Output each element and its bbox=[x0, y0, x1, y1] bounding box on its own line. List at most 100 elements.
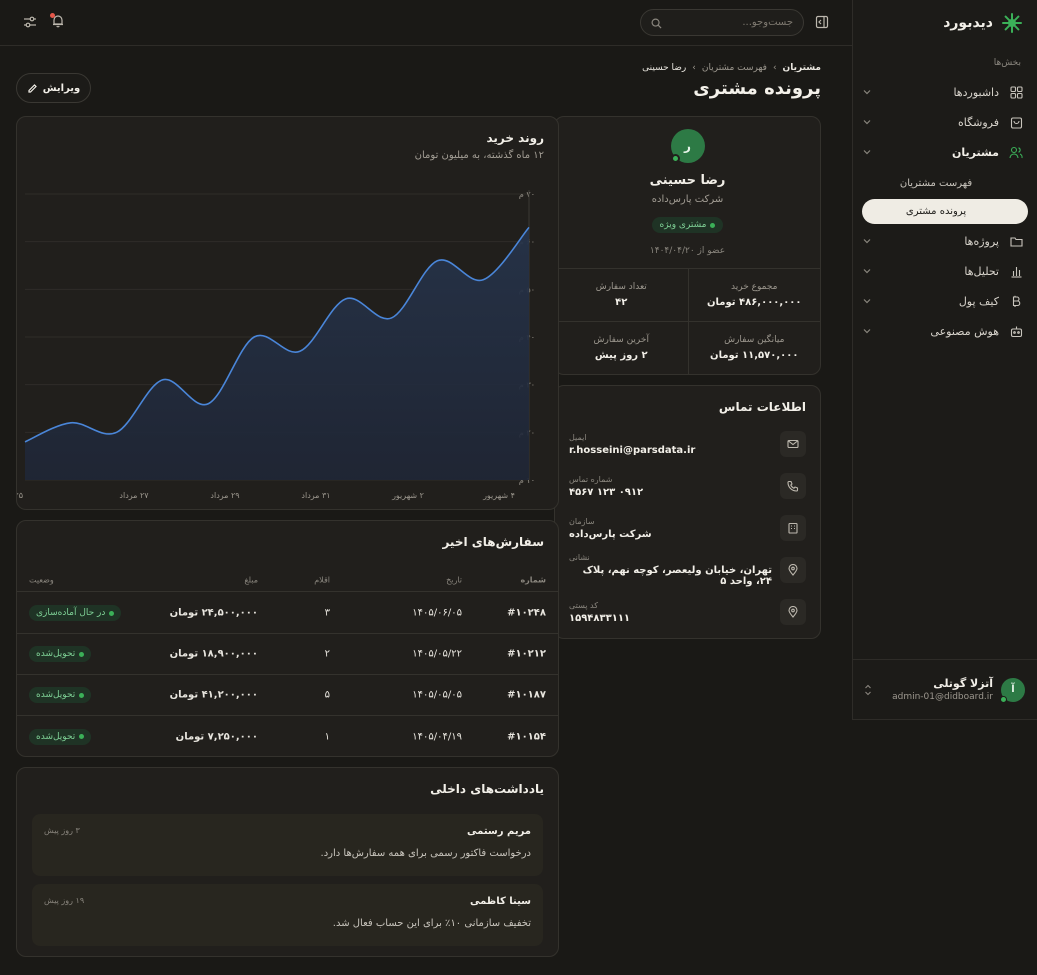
user-card[interactable]: آ آتزلا گوتلی admin-01@didboard.ir bbox=[853, 659, 1037, 719]
chevron-down-icon bbox=[863, 90, 871, 95]
contact-label: نشانی bbox=[569, 553, 590, 562]
sidebar-subitem-customer-profile[interactable]: پرونده مشتری bbox=[862, 199, 1028, 224]
sidebar-item-label: فروشگاه bbox=[957, 115, 999, 129]
x-tick-label: ۲۹ مرداد bbox=[210, 491, 239, 500]
chevron-down-icon bbox=[863, 299, 871, 304]
sidebar-item-label: هوش مصنوعی bbox=[930, 324, 999, 338]
avatar-initial: آ bbox=[1011, 684, 1015, 695]
sidebar-item-dashboards[interactable]: داشبوردها bbox=[853, 77, 1037, 107]
chevron-down-icon bbox=[863, 269, 871, 274]
sidebar-item-analytics[interactable]: تحلیل‌ها bbox=[853, 256, 1037, 286]
contact-label: شماره تماس bbox=[569, 474, 613, 484]
sidebar-nav: داشبوردها فروشگاه مشتریان فهرست مشتریان … bbox=[853, 77, 1037, 346]
table-header: شماره تاریخ اقلام مبلغ وضعیت bbox=[17, 568, 558, 592]
contact-label: ایمیل bbox=[569, 432, 587, 442]
status-badge: تحویل‌شده bbox=[29, 687, 92, 703]
chevron-left-icon: › bbox=[772, 63, 777, 73]
member-since: عضو از ۱۴۰۴/۰۴/۲۰ bbox=[649, 246, 726, 256]
search-box[interactable] bbox=[640, 9, 804, 36]
x-tick-label: ۲۷ مرداد bbox=[119, 491, 149, 500]
bell-icon[interactable] bbox=[49, 12, 67, 30]
recent-orders-card: سفارش‌های اخیر شماره تاریخ اقلام مبلغ وض… bbox=[16, 520, 559, 757]
internal-notes-card: یادداشت‌های داخلی مریم رستمی ۳ روز پیش د… bbox=[16, 767, 559, 957]
contact-row-organization: سازمان شرکت پارس‌داده bbox=[569, 510, 806, 546]
sidebar-item-projects[interactable]: پروژه‌ها bbox=[853, 226, 1037, 256]
order-id[interactable]: #۱۰۲۴۸ bbox=[507, 608, 546, 619]
order-items: ۱ bbox=[324, 731, 330, 742]
pencil-icon bbox=[28, 83, 37, 93]
sidebar-item-ai[interactable]: هوش مصنوعی bbox=[853, 316, 1037, 346]
bar-chart-icon bbox=[1009, 264, 1023, 278]
contact-label: کد پستی bbox=[569, 600, 598, 610]
contact-value[interactable]: r.hosseini@parsdata.ir bbox=[569, 445, 695, 456]
profile-stats: مجموع خرید ۴۸۶,۰۰۰,۰۰۰ تومان تعداد سفارش… bbox=[555, 268, 820, 374]
stat-label: آخرین سفارش bbox=[593, 334, 649, 345]
chevron-up-down-icon[interactable] bbox=[863, 684, 873, 696]
search-input[interactable] bbox=[673, 17, 793, 28]
order-id[interactable]: #۱۰۱۸۷ bbox=[507, 690, 546, 701]
table-row[interactable]: #۱۰۱۸۷ ۱۴۰۵/۰۵/۰۵ ۵ ۴۱,۲۰۰,۰۰۰ تومان تحو… bbox=[17, 675, 558, 716]
brand-logo-icon bbox=[1001, 12, 1023, 34]
users-icon bbox=[1009, 145, 1023, 159]
contact-value[interactable]: ۰۹۱۲ ۱۲۳ ۴۵۶۷ bbox=[569, 487, 643, 498]
contact-row-phone: شماره تماس ۰۹۱۲ ۱۲۳ ۴۵۶۷ bbox=[569, 468, 806, 504]
edit-button[interactable]: ویرایش bbox=[16, 73, 91, 103]
order-id[interactable]: #۱۰۲۱۲ bbox=[507, 649, 546, 660]
sidebar-item-label: پروژه‌ها bbox=[964, 234, 999, 248]
sidebar-item-customers[interactable]: مشتریان bbox=[853, 137, 1037, 167]
breadcrumb-item[interactable]: مشتریان bbox=[783, 63, 821, 73]
column-header[interactable]: شماره bbox=[520, 575, 546, 584]
status-badge: تحویل‌شده bbox=[29, 728, 92, 745]
note-author: مریم رستمی bbox=[467, 826, 531, 837]
stat-value: ۲ روز پیش bbox=[594, 349, 648, 361]
contact-label: سازمان bbox=[569, 516, 595, 526]
breadcrumb: مشتریان › فهرست مشتریان › رضا حسینی bbox=[642, 63, 821, 73]
contact-value: ۱۵۹۴۸۳۳۱۱۱ bbox=[569, 612, 631, 624]
filters-icon[interactable] bbox=[21, 13, 39, 31]
stat-value: ۴۲ bbox=[615, 296, 628, 308]
sidebar-item-shop[interactable]: فروشگاه bbox=[853, 107, 1037, 137]
note-item: مریم رستمی ۳ روز پیش درخواست فاکتور رسمی… bbox=[32, 814, 543, 876]
stat-value: ۱۱,۵۷۰,۰۰۰ تومان bbox=[710, 349, 799, 361]
order-id[interactable]: #۱۰۱۵۴ bbox=[507, 731, 546, 742]
order-items: ۲ bbox=[324, 648, 330, 660]
column-header[interactable]: تاریخ bbox=[446, 575, 462, 584]
contact-value: تهران، خیابان ولیعصر، کوچه نهم، پلاک ۲۴،… bbox=[582, 565, 772, 587]
x-tick-label: ۴ شهریور bbox=[482, 491, 515, 500]
status-label: تحویل‌شده bbox=[36, 690, 76, 700]
status-badge: مشتری ویژه bbox=[651, 217, 724, 233]
sidebar-toggle-icon[interactable] bbox=[813, 13, 831, 31]
table-row[interactable]: #۱۰۲۴۸ ۱۴۰۵/۰۶/۰۵ ۳ ۲۴,۵۰۰,۰۰۰ تومان در … bbox=[17, 593, 558, 634]
brand[interactable]: دیدبورد bbox=[943, 12, 1023, 34]
table-row[interactable]: #۱۰۱۵۴ ۱۴۰۵/۰۴/۱۹ ۱ ۷,۲۵۰,۰۰۰ تومان تحوی… bbox=[17, 716, 558, 757]
sidebar-item-wallet[interactable]: کیف پول bbox=[853, 286, 1037, 316]
building-icon bbox=[780, 515, 806, 541]
stat-value: ۴۸۶,۰۰۰,۰۰۰ تومان bbox=[706, 296, 802, 308]
grid-icon bbox=[1009, 85, 1023, 99]
sidebar-subitem-customer-list[interactable]: فهرست مشتریان bbox=[853, 170, 1037, 197]
stat-label: میانگین سفارش bbox=[724, 334, 785, 345]
avatar-initial: ر bbox=[684, 139, 691, 153]
robot-icon bbox=[1009, 324, 1023, 338]
column-header[interactable]: مبلغ bbox=[244, 575, 258, 584]
column-header[interactable]: وضعیت bbox=[29, 575, 54, 584]
customer-name: رضا حسینی bbox=[649, 173, 726, 188]
search-icon bbox=[651, 18, 662, 29]
status-badge-label: مشتری ویژه bbox=[659, 220, 707, 230]
table-row[interactable]: #۱۰۲۱۲ ۱۴۰۵/۰۵/۲۲ ۲ ۱۸,۹۰۰,۰۰۰ تومان تحو… bbox=[17, 634, 558, 675]
order-amount: ۴۱,۲۰۰,۰۰۰ تومان bbox=[169, 689, 258, 701]
column-header[interactable]: اقلام bbox=[314, 575, 330, 584]
sidebar-item-label: کیف پول bbox=[958, 294, 999, 308]
mail-icon bbox=[780, 431, 806, 457]
stat-total-purchase: مجموع خرید ۴۸۶,۰۰۰,۰۰۰ تومان bbox=[687, 269, 820, 322]
page-title: پرونده مشتری bbox=[693, 78, 821, 99]
order-date: ۱۴۰۵/۰۶/۰۵ bbox=[412, 607, 462, 619]
sidebar-item-label: مشتریان bbox=[952, 145, 999, 159]
chevron-down-icon bbox=[863, 120, 871, 125]
status-label: تحویل‌شده bbox=[36, 731, 76, 742]
chevron-down-icon bbox=[863, 150, 871, 155]
contact-card: اطلاعات تماس ایمیل r.hosseini@parsdata.ir… bbox=[554, 385, 821, 639]
order-items: ۵ bbox=[324, 689, 330, 701]
breadcrumb-item[interactable]: فهرست مشتریان bbox=[702, 63, 767, 73]
sidebar: دیدبورد بخش‌ها داشبوردها فروشگاه مشتریان… bbox=[852, 0, 1037, 720]
